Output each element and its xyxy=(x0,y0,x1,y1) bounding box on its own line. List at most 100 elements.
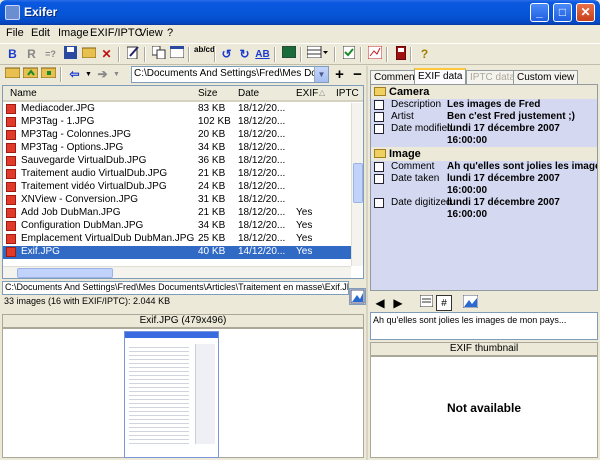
exif-property-row[interactable]: Date modified lundi 17 décembre 2007 xyxy=(371,123,597,135)
file-row[interactable]: Mediacoder.JPG 83 KB 18/12/20... xyxy=(3,103,351,116)
file-row[interactable]: Configuration DubMan.JPG 34 KB 18/12/20...… xyxy=(3,220,351,233)
col-name[interactable]: Name xyxy=(10,88,37,99)
next-icon[interactable]: ▶ xyxy=(390,295,406,311)
comment-textarea[interactable]: Ah qu'elles sont jolies les images de mo… xyxy=(370,312,598,340)
file-name: Emplacement VirtualDub DubMan.JPG xyxy=(21,233,195,244)
file-row[interactable]: XNView - Conversion.JPG 31 KB 18/12/20... xyxy=(3,194,351,207)
file-date: 18/12/20... xyxy=(238,116,286,127)
help-icon[interactable]: ? xyxy=(416,46,433,63)
property-value: 16:00:00 xyxy=(447,135,488,146)
chevron-down-icon[interactable]: ▼ xyxy=(314,67,328,82)
tab-custom-view[interactable]: Custom view xyxy=(513,70,579,85)
property-value: lundi 17 décembre 2007 xyxy=(447,197,560,208)
bold-icon[interactable]: B xyxy=(4,46,21,63)
tab-exif-data[interactable]: EXIF data xyxy=(414,68,467,85)
path-combo[interactable]: C:\Documents And Settings\Fred\Mes Docum… xyxy=(131,66,329,83)
forward-dropdown-icon[interactable]: ▼ xyxy=(108,66,125,83)
jpg-file-icon xyxy=(6,221,16,231)
menu-view[interactable]: View xyxy=(139,27,163,39)
maximize-button[interactable]: □ xyxy=(553,3,572,22)
file-row[interactable]: MP3Tag - 1.JPG 102 KB 18/12/20... xyxy=(3,116,351,129)
exif-property-row[interactable]: Date digitized lundi 17 décembre 2007 xyxy=(371,197,597,209)
file-date: 18/12/20... xyxy=(238,233,286,244)
group-camera[interactable]: Camera xyxy=(371,85,597,99)
delete-icon[interactable]: ✕ xyxy=(98,46,115,63)
menu-image[interactable]: Image xyxy=(58,27,89,39)
remove-icon[interactable]: − xyxy=(349,66,366,83)
exif-property-row[interactable]: Artist Ben c'est Fred justement ;) xyxy=(371,111,597,123)
file-size: 40 KB xyxy=(198,246,226,257)
window-icon[interactable] xyxy=(168,45,185,63)
open-folder-icon[interactable] xyxy=(80,46,97,63)
folder-up-icon[interactable] xyxy=(22,66,39,83)
edit-icon[interactable] xyxy=(124,46,141,63)
menu-exif-iptc[interactable]: EXIF/IPTC xyxy=(90,27,143,39)
file-row[interactable]: Traitement vidéo VirtualDub.JPG 24 KB 18/1… xyxy=(3,181,351,194)
exif-property-row[interactable]: 16:00:00 xyxy=(371,185,597,197)
col-date[interactable]: Date xyxy=(238,88,259,99)
image-icon[interactable] xyxy=(280,45,297,63)
window-title: Exifer xyxy=(24,5,58,19)
rotate-left-icon[interactable]: ↺ xyxy=(218,46,235,63)
navigation-bar: ⇦ ▼ ➔ ▼ C:\Documents And Settings\Fred\M… xyxy=(0,66,366,84)
preview-image xyxy=(124,331,219,458)
chart-icon[interactable] xyxy=(366,45,383,63)
hash-view-icon[interactable]: # xyxy=(436,295,452,311)
file-list[interactable]: Name Size Date EXIF △ IPTC Mediacoder.JP… xyxy=(2,85,364,279)
view-grid-icon[interactable] xyxy=(306,45,330,63)
image-view-icon[interactable] xyxy=(462,294,478,311)
minimize-button[interactable]: _ xyxy=(530,3,549,22)
file-size: 21 KB xyxy=(198,168,226,179)
exif-property-row[interactable]: 16:00:00 xyxy=(371,135,597,147)
file-row[interactable]: Emplacement VirtualDub DubMan.JPG 25 KB 18… xyxy=(3,233,351,246)
col-size[interactable]: Size xyxy=(198,88,217,99)
r-icon[interactable]: R xyxy=(23,46,40,63)
file-size: 34 KB xyxy=(198,142,226,153)
jpg-file-icon xyxy=(6,195,16,205)
horizontal-scrollbar[interactable] xyxy=(3,266,351,278)
property-name: Date digitized xyxy=(391,197,452,208)
file-size: 20 KB xyxy=(198,129,226,140)
image-view-icon[interactable] xyxy=(349,288,366,305)
spell-check-icon[interactable]: AB xyxy=(254,46,271,63)
exif-data-pane[interactable]: Camera Description Les images de Fred Arti… xyxy=(370,84,598,291)
exif-property-row[interactable]: Date taken lundi 17 décembre 2007 xyxy=(371,173,597,185)
col-iptc[interactable]: IPTC xyxy=(336,88,359,99)
exif-property-row[interactable]: Description Les images de Fred xyxy=(371,99,597,111)
properties-icon[interactable] xyxy=(340,45,357,63)
compare-icon[interactable]: =? xyxy=(42,46,59,63)
jpg-file-icon xyxy=(6,104,16,114)
save-icon[interactable] xyxy=(62,46,79,63)
jpg-file-icon xyxy=(6,247,16,257)
add-icon[interactable]: + xyxy=(331,66,348,83)
menu-help[interactable]: ? xyxy=(167,27,173,39)
open-folder-icon[interactable] xyxy=(4,66,21,83)
exif-property-row[interactable]: Comment Ah qu'elles sont jolies les image xyxy=(371,161,597,173)
file-row[interactable]: Add Job DubMan.JPG 21 KB 18/12/20... Yes xyxy=(3,207,351,220)
jpg-file-icon xyxy=(6,182,16,192)
rename-icon[interactable]: ab/cd xyxy=(194,46,215,63)
exif-property-row[interactable]: 16:00:00 xyxy=(371,209,597,221)
file-row[interactable]: Traitement audio VirtualDub.JPG 21 KB 18/1… xyxy=(3,168,351,181)
file-exif: Yes xyxy=(296,207,313,218)
device-icon[interactable] xyxy=(392,45,409,63)
rotate-right-icon[interactable]: ↻ xyxy=(236,46,253,63)
list-view-icon[interactable] xyxy=(418,294,434,311)
copy-icon[interactable] xyxy=(150,45,167,63)
refresh-folder-icon[interactable] xyxy=(40,66,57,83)
scroll-thumb[interactable] xyxy=(17,268,113,278)
scroll-thumb[interactable] xyxy=(353,163,363,203)
file-name: MP3Tag - Options.JPG xyxy=(21,142,124,153)
menu-edit[interactable]: Edit xyxy=(31,27,50,39)
file-row[interactable]: MP3Tag - Colonnes.JPG 20 KB 18/12/20... xyxy=(3,129,351,142)
file-row[interactable]: Sauvegarde VirtualDub.JPG 36 KB 18/12/20..… xyxy=(3,155,351,168)
close-button[interactable]: ✕ xyxy=(576,3,595,22)
menu-file[interactable]: File xyxy=(6,27,24,39)
group-image[interactable]: Image xyxy=(371,147,597,161)
previous-icon[interactable]: ◀ xyxy=(372,295,388,311)
file-row[interactable]: MP3Tag - Options.JPG 34 KB 18/12/20... xyxy=(3,142,351,155)
property-icon xyxy=(374,162,384,172)
col-exif[interactable]: EXIF xyxy=(296,88,318,99)
vertical-scrollbar[interactable] xyxy=(351,103,363,266)
file-row[interactable]: Exif.JPG 40 KB 14/12/20... Yes xyxy=(3,246,351,259)
